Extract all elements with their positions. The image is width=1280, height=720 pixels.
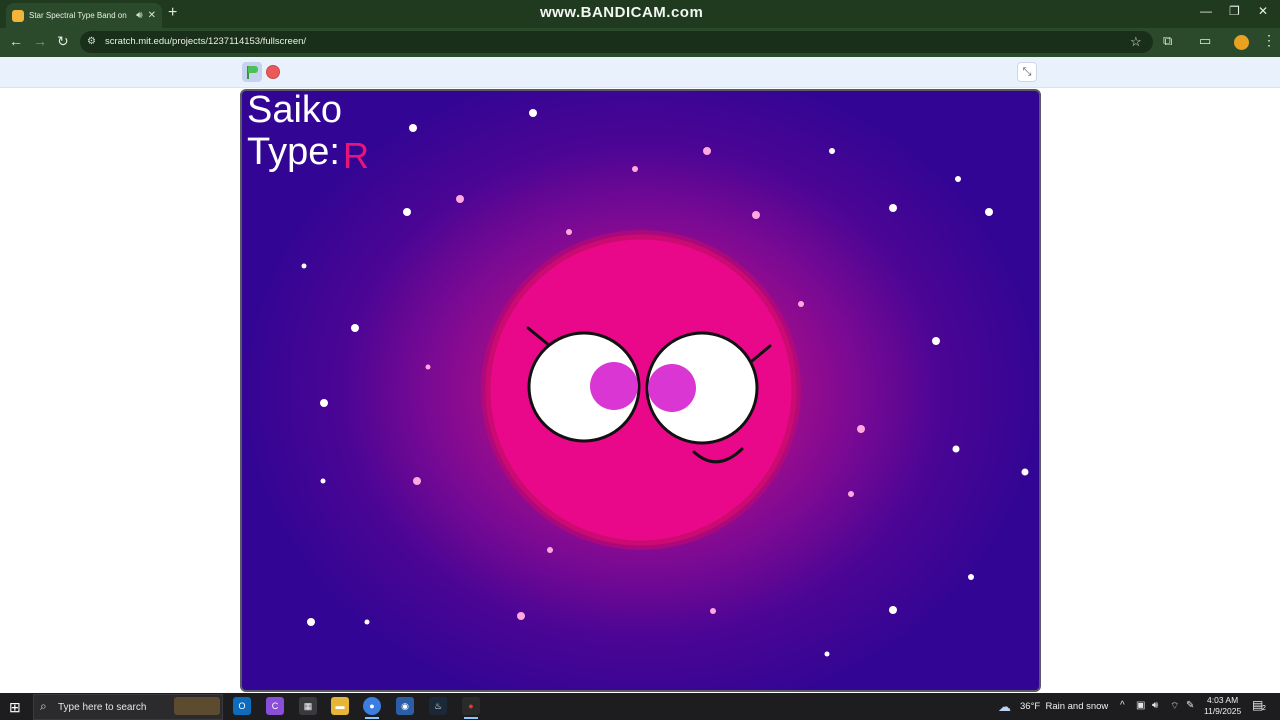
bookmark-star-icon[interactable]: ☆ — [1130, 34, 1142, 50]
scratch-stage[interactable]: Saiko Type: R — [240, 89, 1041, 692]
windows-start-icon[interactable]: ⊞ — [9, 699, 21, 716]
star-dot — [409, 124, 417, 132]
search-placeholder: Type here to search — [58, 702, 147, 713]
tab-title: Star Spectral Type Band on — [29, 11, 127, 20]
close-window-icon[interactable]: ✕ — [1258, 4, 1268, 18]
minimize-icon[interactable]: — — [1200, 4, 1212, 18]
star-dot — [932, 337, 940, 345]
type-value: R — [343, 135, 369, 176]
reload-icon[interactable]: ↻ — [57, 33, 69, 50]
star-dot — [1021, 468, 1029, 476]
store-icon[interactable]: ▦ — [299, 697, 317, 715]
outlook-icon[interactable]: O — [233, 697, 251, 715]
speaker-icon[interactable]: 🔊︎ — [136, 10, 142, 21]
profile-avatar[interactable] — [1234, 35, 1249, 50]
star-dot — [889, 204, 897, 212]
bandicam-icon[interactable]: ● — [462, 697, 480, 719]
star-dot — [824, 651, 830, 657]
weather-temp: 36°F — [1020, 701, 1041, 712]
star-character — [481, 230, 801, 550]
star-dot — [710, 608, 716, 614]
star-dot — [301, 263, 307, 269]
chevron-up-icon[interactable]: ^ — [1120, 700, 1125, 711]
star-dot — [848, 491, 854, 497]
green-flag-button[interactable] — [242, 62, 262, 82]
star-dot — [320, 478, 326, 484]
star-dot — [566, 229, 572, 235]
weather-icon[interactable]: ☁ — [998, 699, 1011, 715]
browser-tab[interactable]: Star Spectral Type Band on 🔊︎ ✕ — [6, 3, 162, 28]
clock-date: 11/9/2025 — [1204, 706, 1242, 716]
address-bar[interactable]: ⚙ scratch.mit.edu/projects/1237114153/fu… — [80, 31, 1153, 53]
bandicam-watermark: www.BANDICAM.com — [540, 4, 704, 21]
weather-status[interactable]: 36°F Rain and snow — [1020, 701, 1108, 712]
character-name: Saiko — [247, 89, 343, 131]
star-dot — [351, 324, 359, 332]
star-dot — [320, 399, 328, 407]
network-icon[interactable]: ⌔ — [1170, 700, 1179, 713]
right-pupil — [648, 364, 696, 412]
star-dot — [529, 109, 537, 117]
restore-icon[interactable]: ❐ — [1229, 4, 1240, 18]
star-dot — [403, 208, 411, 216]
type-label: Type: — [247, 131, 340, 173]
extensions-icon[interactable]: ⧉ — [1163, 33, 1172, 49]
browser-toolbar: ← → ↻ ⚙ scratch.mit.edu/projects/1237114… — [0, 28, 1280, 57]
stop-button[interactable] — [266, 65, 280, 79]
star-dot — [413, 477, 421, 485]
star-dot — [985, 208, 993, 216]
url-text[interactable]: scratch.mit.edu/projects/1237114153/full… — [105, 36, 306, 47]
star-dot — [547, 547, 553, 553]
scratch-controls-bar: ⤡ — [0, 57, 1280, 88]
star-dot — [955, 176, 961, 182]
chrome-icon[interactable]: ● — [363, 697, 381, 719]
weather-text: Rain and snow — [1045, 701, 1109, 712]
star-dot — [752, 211, 760, 219]
app-icon[interactable]: ◉ — [396, 697, 414, 715]
windows-taskbar: ⊞ ⌕ Type here to search O C ▦ ▬ ● ◉ ♨ ● … — [0, 693, 1280, 720]
star-dot — [364, 619, 370, 625]
forward-icon[interactable]: → — [33, 33, 47, 49]
copilot-icon[interactable]: C — [266, 697, 284, 715]
star-dot — [952, 445, 960, 453]
menu-icon[interactable]: ⋮ — [1262, 32, 1276, 49]
green-flag-icon — [248, 66, 258, 73]
left-pupil — [590, 362, 638, 410]
star-dot — [632, 166, 638, 172]
tab-search-icon[interactable]: ▭ — [1199, 33, 1211, 49]
stage-drawing — [301, 109, 1029, 657]
scratch-favicon-icon — [12, 9, 24, 22]
exit-fullscreen-button[interactable]: ⤡ — [1017, 62, 1037, 82]
browser-tab-strip: Star Spectral Type Band on 🔊︎ ✕ + www.BA… — [0, 0, 1280, 28]
star-dot — [968, 574, 974, 580]
back-icon[interactable]: ← — [9, 33, 23, 49]
star-dot — [425, 364, 431, 370]
system-clock[interactable]: 4:03 AM 11/9/2025 — [1204, 695, 1241, 717]
search-highlight-icon[interactable] — [174, 697, 220, 715]
file-explorer-icon[interactable]: ▬ — [331, 697, 349, 715]
notification-count: 2 — [1262, 705, 1266, 712]
star-dot — [857, 425, 865, 433]
star-dot — [829, 148, 835, 154]
steam-icon[interactable]: ♨ — [429, 697, 447, 715]
site-info-icon[interactable]: ⚙ — [87, 36, 96, 47]
star-dot — [703, 147, 711, 155]
star-dot — [798, 301, 804, 307]
star-dot — [307, 618, 315, 626]
search-icon: ⌕ — [40, 699, 47, 713]
close-tab-icon[interactable]: ✕ — [148, 10, 156, 21]
volume-icon[interactable]: 🔊︎ — [1152, 700, 1158, 711]
new-tab-button[interactable]: + — [168, 4, 177, 22]
star-dot — [889, 606, 897, 614]
star-dot — [517, 612, 525, 620]
meet-now-icon[interactable]: ▣ — [1136, 700, 1145, 711]
star-dot — [456, 195, 464, 203]
pen-icon[interactable]: ✎ — [1186, 700, 1194, 711]
clock-time: 4:03 AM — [1207, 695, 1239, 705]
